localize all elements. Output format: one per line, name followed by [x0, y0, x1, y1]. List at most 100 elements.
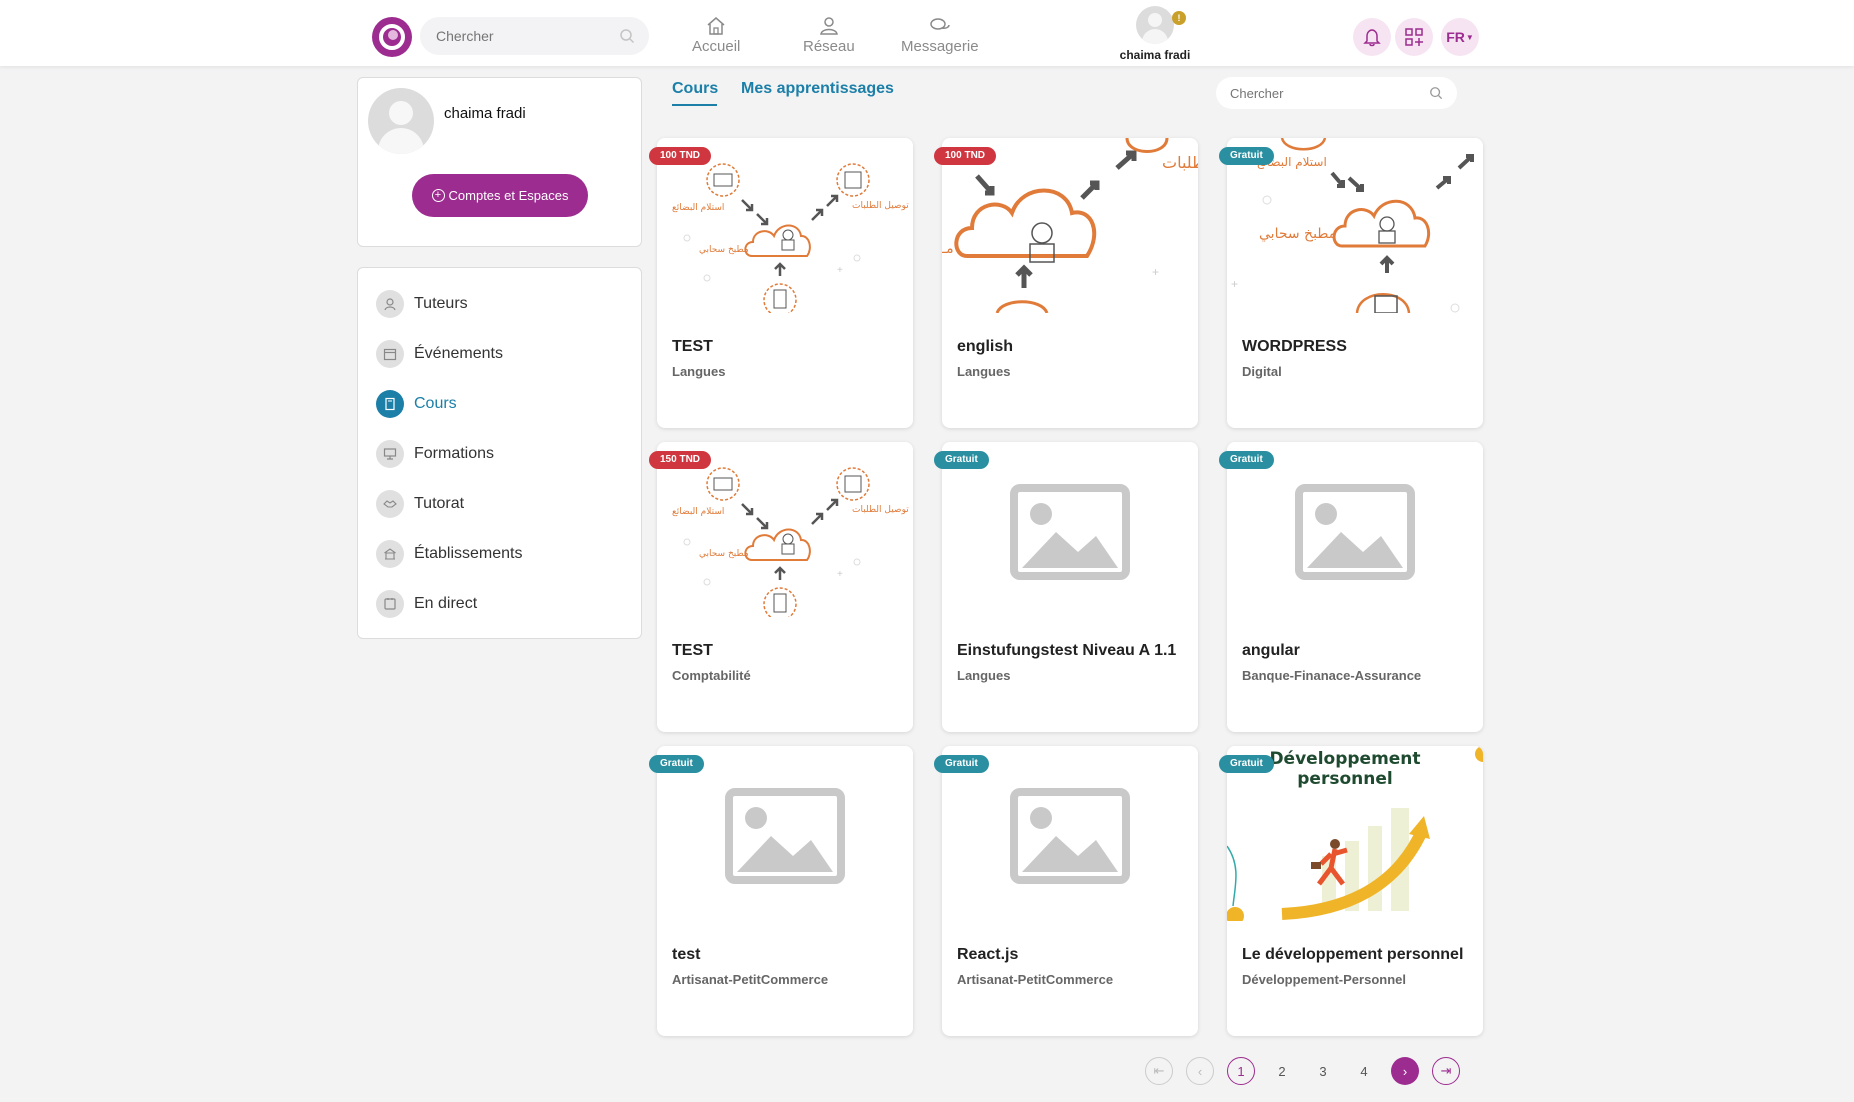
sidebar-item-cours[interactable]: Cours [376, 390, 457, 418]
sidebar-item-evenements[interactable]: Événements [376, 340, 503, 368]
course-title[interactable]: english [957, 338, 1013, 356]
course-title[interactable]: test [672, 946, 700, 964]
course-title[interactable]: Le développement personnel [1242, 946, 1463, 964]
tab-mes-apprentissages[interactable]: Mes apprentissages [741, 80, 894, 98]
sidebar-item-label: Établissements [414, 545, 523, 562]
svg-text:توصيل الطلبات: توصيل الطلبات [852, 201, 909, 211]
nav-messages[interactable]: Messagerie [901, 16, 979, 55]
svg-text:+: + [837, 569, 843, 580]
course-category: Langues [672, 364, 726, 379]
svg-text:استلام البضائع: استلام البضائع [672, 507, 724, 517]
header-user-name: chaima fradi [1119, 48, 1191, 62]
svg-text:مـ: مـ [942, 241, 954, 257]
search-icon[interactable] [619, 28, 635, 49]
course-card[interactable]: 100 TND استلام البضائع توصيل الطلبات مطبخ س… [649, 138, 913, 428]
course-title[interactable]: WORDPRESS [1242, 338, 1347, 356]
course-card[interactable]: Gratuit Développement personnel Le développ… [1219, 746, 1483, 1036]
course-title[interactable]: angular [1242, 642, 1300, 660]
tab-active-indicator [672, 104, 717, 106]
course-category: Artisanat-PetitCommerce [672, 972, 829, 987]
header-profile[interactable]: ! chaima fradi [1110, 6, 1200, 62]
sidebar-item-label: Tutorat [414, 495, 465, 512]
calendar-icon [376, 340, 404, 368]
chevron-right-icon: › [1402, 1063, 1408, 1079]
header-search[interactable] [420, 17, 649, 55]
course-category: Comptabilité [672, 668, 751, 683]
course-card[interactable]: Gratuit test Artisanat-PetitCommerce [649, 746, 913, 1036]
chevron-left-icon: ‹ [1197, 1063, 1203, 1079]
tutor-icon [376, 290, 404, 318]
first-page-button[interactable]: ⇤ [1145, 1057, 1173, 1085]
top-navigation-bar: Accueil Réseau Messagerie ! chaima fradi… [0, 0, 1854, 66]
svg-text:مطبخ سحابي: مطبخ سحابي [1259, 226, 1336, 242]
sidebar-item-label: Événements [414, 345, 503, 362]
avatar[interactable] [1136, 6, 1174, 44]
price-badge: Gratuit [1219, 147, 1274, 165]
sidebar-item-etablissements[interactable]: Établissements [376, 540, 523, 568]
notifications-button[interactable] [1353, 18, 1391, 56]
nav-messages-label: Messagerie [901, 38, 979, 55]
app-logo[interactable] [372, 17, 412, 57]
accounts-spaces-label: Comptes et Espaces [448, 188, 569, 203]
course-card[interactable]: Gratuit Einstufungstest Niveau A 1.1 Langu… [934, 442, 1198, 732]
page-1-button[interactable]: 1 [1227, 1057, 1255, 1085]
profile-name[interactable]: chaima fradi [444, 105, 526, 122]
prev-page-button[interactable]: ‹ [1186, 1057, 1214, 1085]
sidebar-item-formations[interactable]: Formations [376, 440, 494, 468]
course-title[interactable]: React.js [957, 946, 1018, 964]
page-2-button[interactable]: 2 [1268, 1057, 1296, 1085]
language-label: FR [1446, 29, 1465, 45]
page-3-button[interactable]: 3 [1309, 1057, 1337, 1085]
course-title[interactable]: TEST [672, 338, 713, 356]
course-category: Digital [1242, 364, 1282, 379]
course-card[interactable]: 100 TND مـ طلبات + english Langues [934, 138, 1198, 428]
course-category: Développement-Personnel [1242, 972, 1406, 987]
tab-cours[interactable]: Cours [672, 80, 718, 98]
course-title[interactable]: TEST [672, 642, 713, 660]
home-icon [707, 17, 725, 35]
course-card[interactable]: Gratuit استلام البضائع مطبخ سحابي + WORDPRES… [1219, 138, 1483, 428]
first-page-icon: ⇤ [1153, 1063, 1165, 1078]
price-badge: Gratuit [1219, 755, 1274, 773]
sidebar-item-label: Tuteurs [414, 295, 468, 312]
search-icon[interactable] [1429, 86, 1443, 105]
next-page-button[interactable]: › [1391, 1057, 1419, 1085]
course-card[interactable]: Gratuit React.js Artisanat-PetitCommerce [934, 746, 1198, 1036]
sidebar-item-en-direct[interactable]: En direct [376, 590, 477, 618]
course-card[interactable]: Gratuit angular Banque-Finanace-Assurance [1219, 442, 1483, 732]
live-icon [376, 590, 404, 618]
page-4-button[interactable]: 4 [1350, 1057, 1378, 1085]
apps-button[interactable] [1395, 18, 1433, 56]
course-search-input[interactable] [1230, 85, 1410, 101]
profile-avatar[interactable] [368, 88, 434, 154]
accounts-spaces-button[interactable]: + Comptes et Espaces [412, 174, 588, 217]
svg-text:Développement: Développement [1269, 749, 1420, 769]
warning-badge: ! [1172, 11, 1186, 25]
nav-home-label: Accueil [692, 38, 741, 55]
language-selector[interactable]: FR ▼ [1441, 18, 1479, 56]
nav-network-label: Réseau [803, 38, 855, 55]
course-card[interactable]: 150 TND استلام البضائع توصيل الطلبات مطبخ س… [649, 442, 913, 732]
svg-text:+: + [837, 265, 843, 276]
price-badge: Gratuit [934, 451, 989, 469]
course-search[interactable] [1216, 77, 1457, 109]
nav-network[interactable]: Réseau [803, 16, 855, 55]
svg-text:+: + [1231, 277, 1238, 291]
chevron-down-icon: ▼ [1465, 32, 1474, 42]
price-badge: 150 TND [649, 451, 712, 469]
price-badge: 100 TND [649, 147, 712, 165]
last-page-button[interactable]: ⇥ [1432, 1057, 1460, 1085]
sidebar-item-tutorat[interactable]: Tutorat [376, 490, 464, 518]
course-category: Banque-Finanace-Assurance [1242, 668, 1422, 683]
course-title[interactable]: Einstufungstest Niveau A 1.1 [957, 642, 1176, 660]
svg-text:personnel: personnel [1297, 769, 1392, 789]
sidebar-item-label: Cours [414, 395, 457, 412]
sidebar-item-tuteurs[interactable]: Tuteurs [376, 290, 468, 318]
header-search-input[interactable] [436, 28, 606, 44]
sidebar-item-label: En direct [414, 595, 478, 612]
price-badge: 100 TND [934, 147, 997, 165]
svg-text:مطبخ سحابي: مطبخ سحابي [699, 245, 749, 255]
svg-text:توصيل الطلبات: توصيل الطلبات [852, 505, 909, 515]
building-icon [376, 540, 404, 568]
nav-home[interactable]: Accueil [692, 16, 740, 55]
